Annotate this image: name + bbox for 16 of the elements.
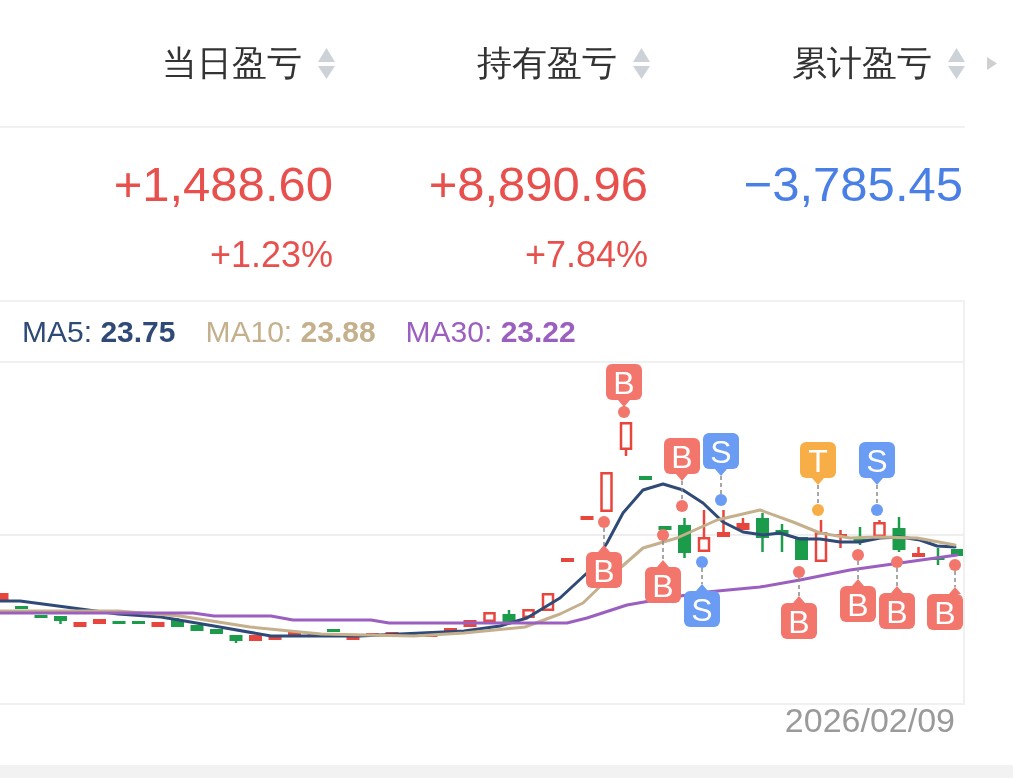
ma-legend-item: MA5: 23.75 [22, 313, 176, 350]
caret-right-icon[interactable] [987, 56, 997, 70]
sort-icon [318, 47, 335, 79]
column-header[interactable]: 持有盈亏 [477, 41, 650, 85]
ma-legend-item: MA10: 23.88 [205, 313, 376, 350]
ma-legend-item: MA30: 23.22 [405, 313, 576, 350]
column-header[interactable]: 当日盈亏 [162, 41, 335, 85]
sort-icon [633, 47, 650, 79]
sort-icon [948, 47, 965, 79]
profit-percent: +1.23% [209, 235, 333, 275]
profit-value: +8,890.96 [428, 156, 648, 212]
profit-percent: +7.84% [524, 235, 648, 275]
profit-value: +1,488.60 [113, 156, 333, 212]
profit-value: −3,785.45 [743, 156, 963, 212]
chart-date-label: 2026/02/09 [784, 705, 955, 735]
column-header[interactable]: 累计盈亏 [792, 41, 965, 85]
